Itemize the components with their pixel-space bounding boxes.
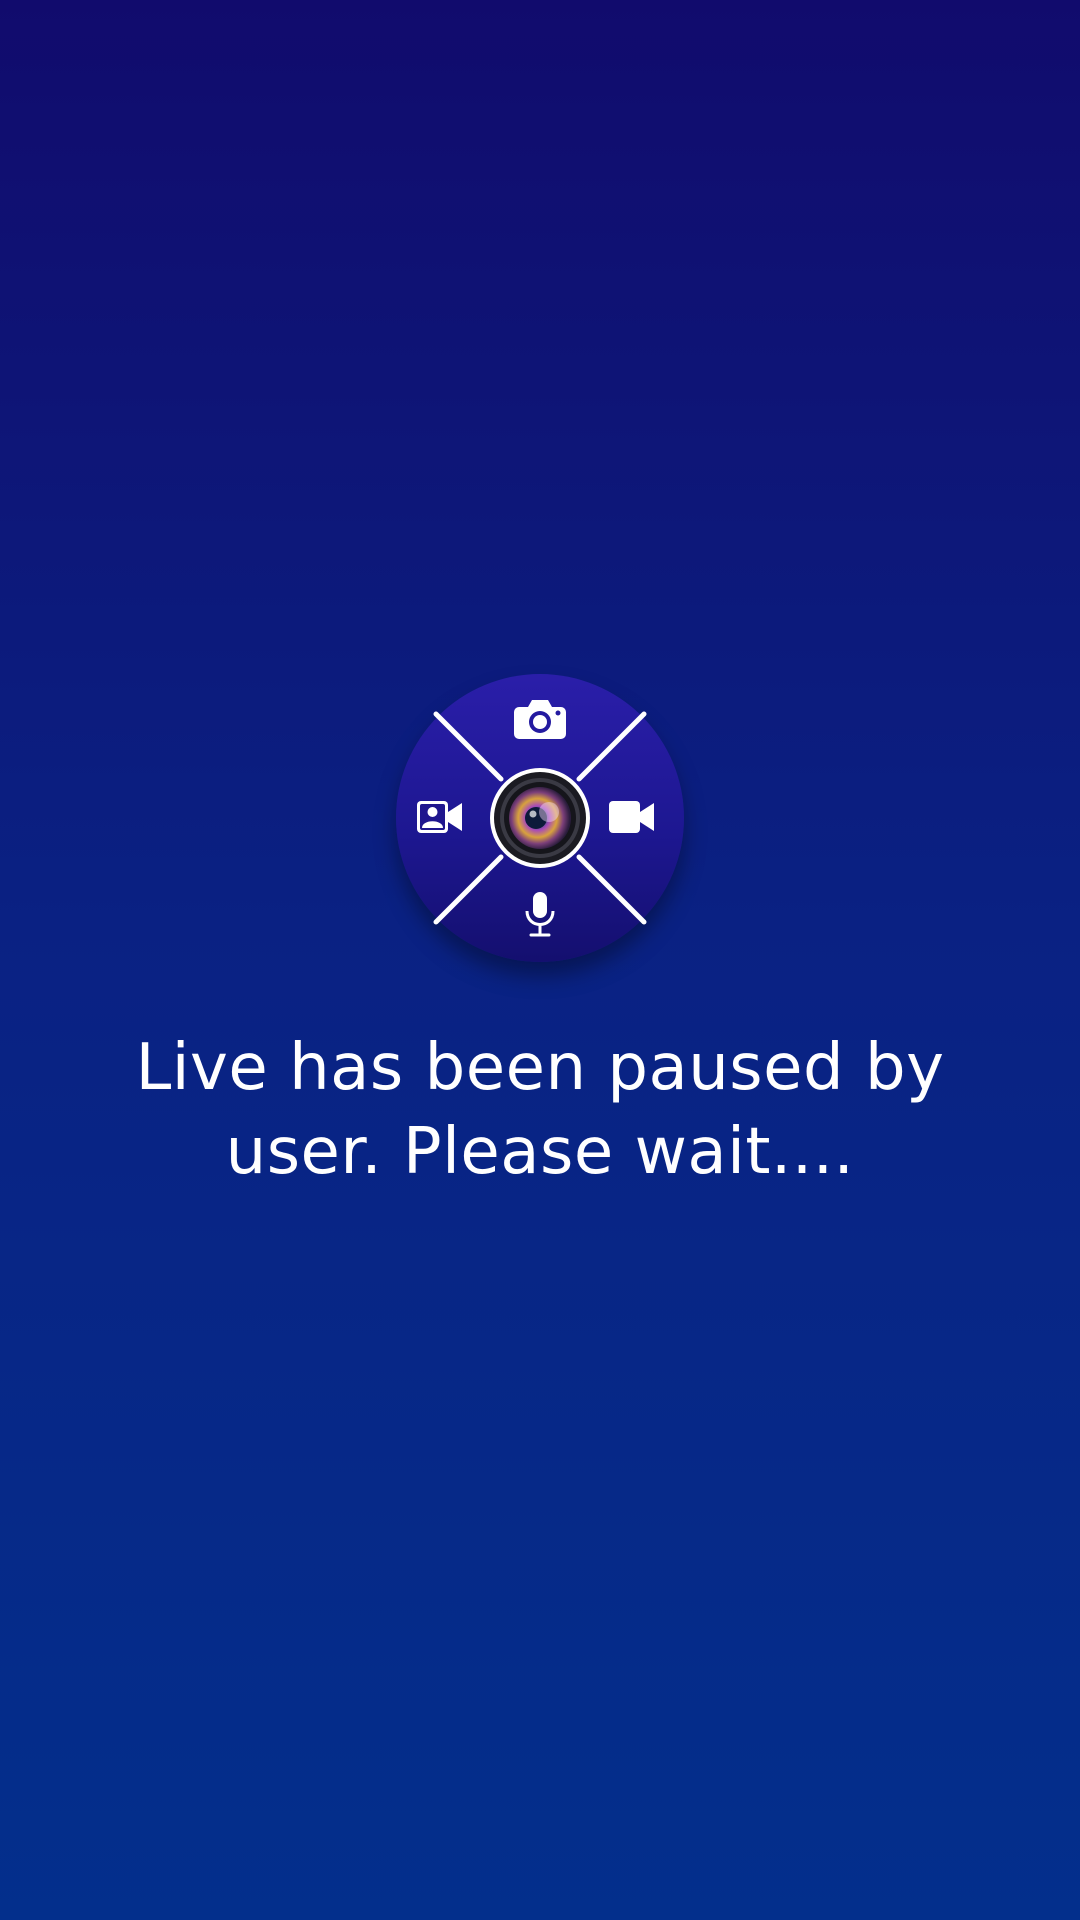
camera-icon bbox=[513, 698, 567, 740]
paused-message: Live has been paused by user. Please wai… bbox=[135, 1031, 945, 1189]
app-logo bbox=[396, 674, 684, 962]
video-camera-icon bbox=[608, 799, 656, 835]
user-video-icon bbox=[416, 799, 464, 835]
camera-lens-icon bbox=[489, 767, 591, 869]
microphone-icon bbox=[522, 891, 558, 939]
